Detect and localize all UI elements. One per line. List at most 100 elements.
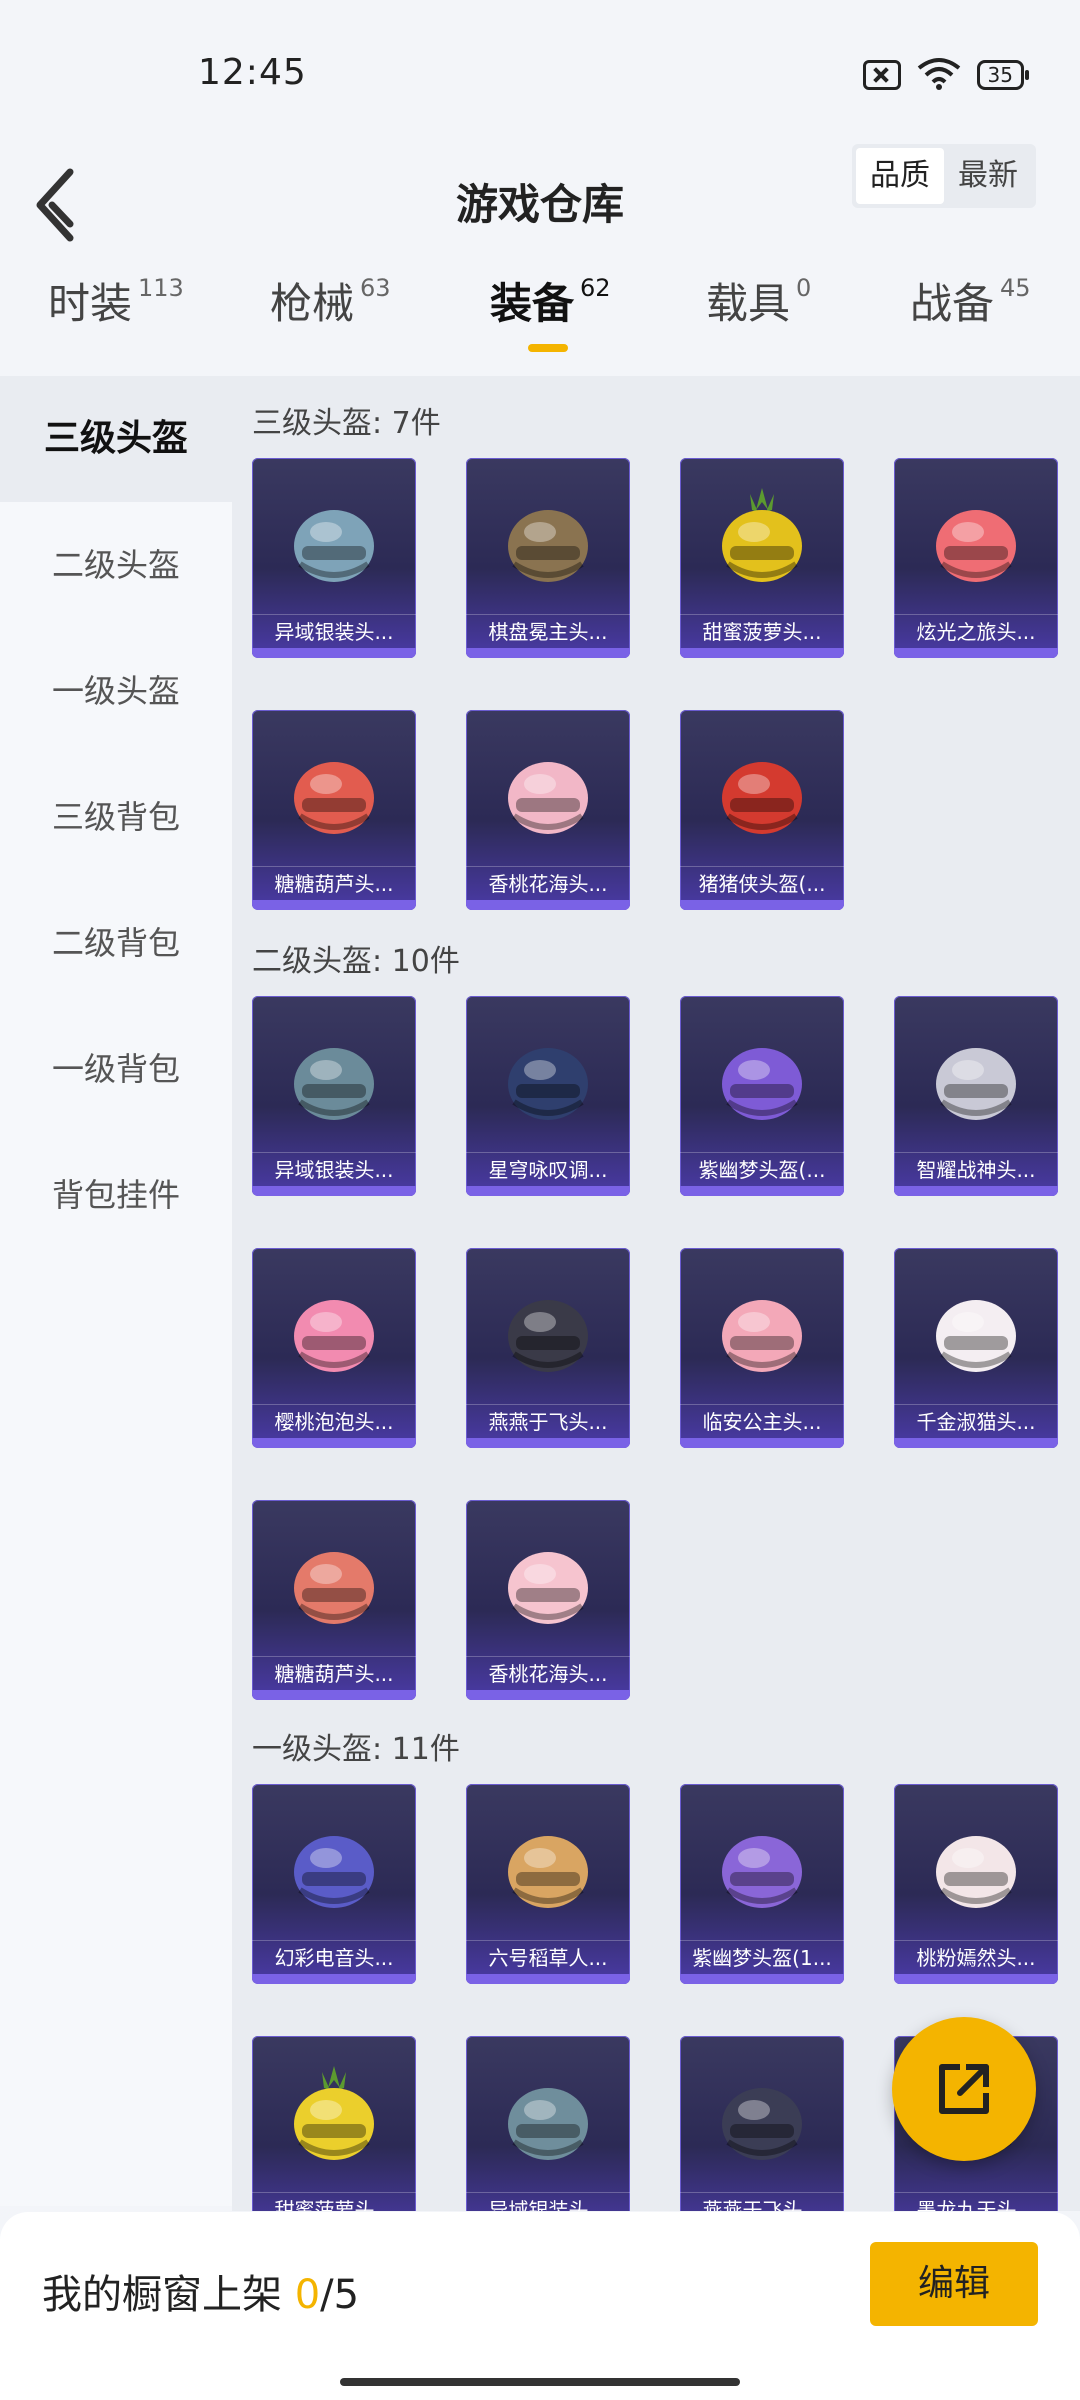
tab-equipment[interactable]: 装备 62 (490, 270, 611, 370)
item-card[interactable]: 异域银装头... (252, 996, 416, 1196)
item-card[interactable]: 异域银装头... (252, 458, 416, 658)
item-card[interactable]: 香桃花海头... (466, 710, 630, 910)
quality-bar (680, 1974, 844, 1984)
share-button[interactable] (892, 2017, 1036, 2161)
item-card[interactable]: 幻彩电音头... (252, 1784, 416, 1984)
tab-label: 时装 (48, 279, 133, 328)
item-card[interactable]: 智耀战神头... (894, 996, 1058, 1196)
item-name: 千金淑猫头... (894, 1404, 1058, 1438)
pineapple-helmet-icon (722, 488, 802, 582)
quality-bar (252, 648, 416, 658)
no-sim-icon (862, 60, 901, 90)
tab-combat-gear[interactable]: 战备 45 (910, 270, 1031, 370)
showcase-count: 0 (294, 2272, 321, 2318)
quality-bar (680, 1186, 844, 1196)
item-card[interactable]: 甜蜜菠萝头... (252, 2036, 416, 2211)
quality-bar (894, 648, 1058, 658)
header: 游戏仓库 品质 最新 (0, 140, 1080, 270)
item-card[interactable]: 樱桃泡泡头... (252, 1248, 416, 1448)
item-name: 智耀战神头... (894, 1152, 1058, 1186)
helmet-icon (508, 1300, 588, 1372)
item-name: 墨龙九天头... (894, 2192, 1058, 2211)
item-card[interactable]: 甜蜜菠萝头... (680, 458, 844, 658)
status-bar: 12:45 35 (0, 0, 1080, 140)
item-card[interactable]: 千金淑猫头... (894, 1248, 1058, 1448)
section-title: 二级头盔: 10件 (252, 944, 460, 979)
helmet-icon (294, 1836, 374, 1908)
tab-count: 63 (360, 274, 391, 302)
quality-bar (894, 1974, 1058, 1984)
sidebar-item-level2-backpack[interactable]: 二级背包 (0, 880, 232, 1006)
helmet-icon (508, 1836, 588, 1908)
item-name: 燕燕于飞头... (680, 2192, 844, 2211)
helmet-icon (936, 1300, 1016, 1372)
item-card[interactable]: 临安公主头... (680, 1248, 844, 1448)
tab-label: 枪械 (270, 279, 355, 328)
item-name: 临安公主头... (680, 1404, 844, 1438)
item-card[interactable]: 六号稻草人... (466, 1784, 630, 1984)
tab-vehicles[interactable]: 载具 0 (706, 270, 811, 370)
quality-bar (680, 648, 844, 658)
item-name: 香桃花海头... (466, 1656, 630, 1690)
tab-count: 0 (796, 274, 812, 302)
quality-bar (680, 900, 844, 910)
sidebar-item-level3-helmet[interactable]: 三级头盔 (0, 376, 232, 502)
item-name: 星穹咏叹调... (466, 1152, 630, 1186)
item-card[interactable]: 棋盘冕主头... (466, 458, 630, 658)
helmet-icon (722, 1048, 802, 1120)
quality-bar (680, 1438, 844, 1448)
active-tab-indicator (528, 344, 568, 352)
helmet-icon (508, 762, 588, 834)
status-time: 12:45 (198, 52, 307, 93)
item-card[interactable]: 香桃花海头... (466, 1500, 630, 1700)
item-name: 樱桃泡泡头... (252, 1404, 416, 1438)
helmet-icon (936, 1836, 1016, 1908)
sort-quality-option[interactable]: 品质 (856, 148, 944, 204)
helmet-icon (294, 1552, 374, 1624)
tab-count: 45 (1000, 274, 1031, 302)
item-card[interactable]: 猪猪侠头盔(... (680, 710, 844, 910)
sidebar-item-backpack-charm[interactable]: 背包挂件 (0, 1132, 232, 1258)
tab-fashion[interactable]: 时装 113 (48, 270, 184, 370)
quality-bar (252, 1438, 416, 1448)
sidebar-item-level3-backpack[interactable]: 三级背包 (0, 754, 232, 880)
item-card[interactable]: 燕燕于飞头... (466, 1248, 630, 1448)
sidebar-item-level2-helmet[interactable]: 二级头盔 (0, 502, 232, 628)
tab-label: 载具 (706, 279, 791, 328)
pineapple-helmet-icon (294, 2066, 374, 2160)
tab-weapons[interactable]: 枪械 63 (270, 270, 391, 370)
item-card[interactable]: 异域银装头... (466, 2036, 630, 2211)
item-card[interactable]: 糖糖葫芦头... (252, 710, 416, 910)
sidebar-item-level1-backpack[interactable]: 一级背包 (0, 1006, 232, 1132)
helmet-icon (722, 1836, 802, 1908)
share-icon (939, 2064, 989, 2114)
item-card[interactable]: 糖糖葫芦头... (252, 1500, 416, 1700)
item-grid: 三级头盔: 7件 异域银装头... 棋盘冕主头... 甜蜜菠萝头... 炫光之旅头...… (232, 376, 1080, 2211)
item-card[interactable]: 桃粉嫣然头... (894, 1784, 1058, 1984)
helmet-icon (294, 510, 374, 582)
category-sidebar: 三级头盔 二级头盔 一级头盔 三级背包 二级背包 一级背包 背包挂件 (0, 376, 232, 2206)
sort-newest-option[interactable]: 最新 (944, 148, 1032, 204)
item-card[interactable]: 炫光之旅头... (894, 458, 1058, 658)
edit-button[interactable]: 编辑 (870, 2242, 1038, 2326)
item-name: 紫幽梦头盔(1... (680, 1940, 844, 1974)
category-tabs: 时装 113 枪械 63 装备 62 载具 0 战备 45 (0, 270, 1080, 370)
helmet-icon (508, 1552, 588, 1624)
item-name: 紫幽梦头盔(... (680, 1152, 844, 1186)
quality-bar (466, 1690, 630, 1700)
home-indicator[interactable] (340, 2378, 740, 2386)
item-card[interactable]: 燕燕于飞头... (680, 2036, 844, 2211)
item-card[interactable]: 紫幽梦头盔(... (680, 996, 844, 1196)
helmet-icon (508, 510, 588, 582)
quality-bar (252, 1690, 416, 1700)
helmet-icon (722, 1300, 802, 1372)
sidebar-item-level1-helmet[interactable]: 一级头盔 (0, 628, 232, 754)
item-card[interactable]: 星穹咏叹调... (466, 996, 630, 1196)
showcase-label: 我的橱窗上架 (42, 2272, 295, 2318)
tab-label: 战备 (910, 279, 995, 328)
tab-count: 62 (580, 274, 611, 302)
item-card[interactable]: 紫幽梦头盔(1... (680, 1784, 844, 1984)
item-name: 糖糖葫芦头... (252, 866, 416, 900)
section-title: 一级头盔: 11件 (252, 1732, 460, 1767)
showcase-status: 我的橱窗上架 0/5 (42, 2262, 359, 2320)
